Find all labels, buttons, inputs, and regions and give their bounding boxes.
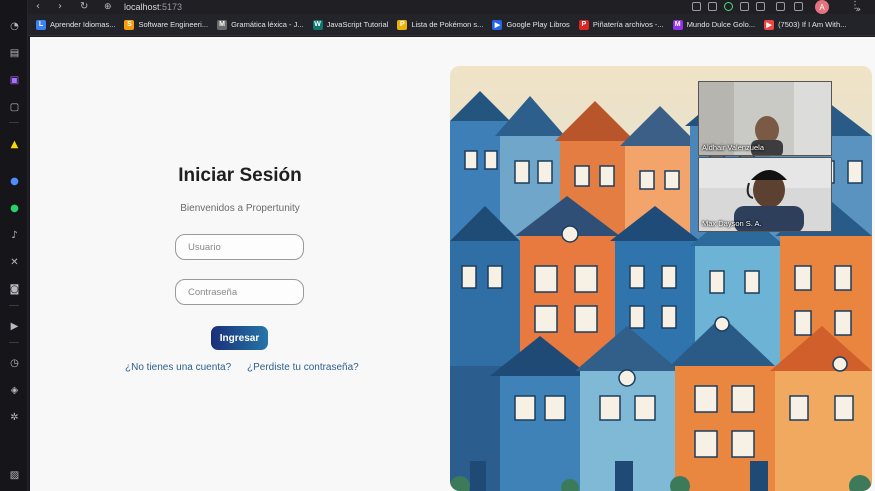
briefcase-icon[interactable]: ▤: [8, 47, 21, 60]
bookmark-label: Piñatería archivos -...: [592, 20, 664, 29]
bookmark-favicon-icon: S: [124, 19, 135, 30]
bookmark-item[interactable]: M Mundo Dulce Golo...: [672, 19, 756, 30]
bookmark-label: (7503) If I Am With...: [778, 20, 847, 29]
play-icon[interactable]: ▶: [8, 320, 21, 333]
settings-icon[interactable]: ✲: [8, 411, 21, 424]
password-field[interactable]: [175, 279, 304, 305]
extension-icon[interactable]: [756, 2, 765, 11]
dock-divider: [9, 342, 19, 343]
bookmark-label: Google Play Libros: [506, 20, 570, 29]
url-host: localhost: [124, 2, 160, 12]
back-icon[interactable]: ‹: [36, 1, 40, 13]
dock-divider: [9, 122, 19, 123]
bookmark-item[interactable]: P Lista de Pokémon s...: [397, 19, 484, 30]
participant-name: Aldhair Valenzuela: [702, 143, 764, 152]
login-button[interactable]: Ingresar: [211, 326, 268, 350]
shield-icon[interactable]: [724, 2, 733, 11]
window-icon[interactable]: [776, 2, 785, 11]
more-bookmarks-icon[interactable]: »: [855, 5, 861, 15]
bookmark-favicon-icon: P: [397, 19, 408, 30]
site-info-icon[interactable]: ⊕: [104, 1, 112, 13]
box-icon[interactable]: [794, 2, 803, 11]
bookmark-label: Gramática léxica - J...: [231, 20, 304, 29]
box-icon[interactable]: ▢: [8, 101, 21, 114]
page-title: Iniciar Sesión: [178, 165, 302, 186]
messenger-icon[interactable]: ●: [8, 175, 21, 188]
twitch-icon[interactable]: ▣: [8, 74, 21, 87]
participant-name: Max Dayson S. A.: [702, 219, 762, 228]
bookmark-label: JavaScript Tutorial: [326, 20, 389, 29]
browser-toolbar: ‹ › ↻ ⊕ localhost:5173 A ⋮: [28, 0, 875, 14]
bookmark-item[interactable]: S Software Engineeri...: [124, 19, 209, 30]
bookmark-label: Aprender Idiomas...: [50, 20, 116, 29]
bookmark-favicon-icon: ▶: [492, 19, 503, 30]
bookmark-item[interactable]: W JavaScript Tutorial: [312, 19, 389, 30]
bookmark-label: Mundo Dulce Golo...: [686, 20, 756, 29]
video-tile[interactable]: Aldhair Valenzuela: [698, 81, 832, 156]
dock-divider: [9, 305, 19, 306]
bookmark-label: Lista de Pokémon s...: [411, 20, 484, 29]
speedometer-icon[interactable]: ◔: [8, 20, 21, 33]
forward-icon[interactable]: ›: [58, 1, 62, 13]
forgot-password-link[interactable]: ¿Perdiste tu contraseña?: [247, 362, 359, 373]
bookmarks-bar: L Aprender Idiomas... S Software Engineeri.…: [28, 14, 875, 36]
bookmark-favicon-icon: M: [672, 19, 683, 30]
whatsapp-icon[interactable]: ●: [8, 202, 21, 215]
bookmark-label: Software Engineeri...: [138, 20, 209, 29]
bookmark-favicon-icon: ▶: [764, 19, 775, 30]
camera-icon[interactable]: [708, 2, 717, 11]
bookmark-item[interactable]: P Piñatería archivos -...: [578, 19, 664, 30]
reload-icon[interactable]: ↻: [80, 1, 88, 13]
profile-avatar[interactable]: A: [815, 0, 829, 14]
video-tile[interactable]: Max Dayson S. A.: [698, 157, 832, 232]
cast-icon[interactable]: [740, 2, 749, 11]
bookmark-favicon-icon: L: [36, 19, 46, 30]
edit-icon[interactable]: [692, 2, 701, 11]
bookmark-favicon-icon: M: [217, 19, 228, 30]
x-icon[interactable]: ✕: [8, 256, 21, 269]
left-dock: ◔ ▤ ▣ ▢ ▲ ● ● ♪ ✕ ◙ ▶ ◷ ◈ ✲ ▨: [0, 0, 28, 491]
discord-icon[interactable]: ◙: [8, 283, 21, 296]
arrow-icon[interactable]: ▲: [8, 138, 21, 151]
username-field[interactable]: [175, 234, 304, 260]
url-port: :5173: [159, 2, 183, 12]
cube-icon[interactable]: ◈: [8, 384, 21, 397]
clock-icon[interactable]: ◷: [8, 357, 21, 370]
tiktok-icon[interactable]: ♪: [8, 229, 21, 242]
page-subtitle: Bienvenidos a Propertunity: [180, 203, 300, 214]
bookmark-item[interactable]: ▶ Google Play Libros: [492, 19, 570, 30]
bookmark-favicon-icon: W: [312, 19, 323, 30]
bookmark-item[interactable]: L Aprender Idiomas...: [36, 19, 116, 30]
address-bar[interactable]: localhost:5173: [124, 1, 182, 13]
bookmark-item[interactable]: M Gramática léxica - J...: [217, 19, 304, 30]
bookmark-favicon-icon: P: [578, 19, 589, 30]
bookmark-item[interactable]: ▶ (7503) If I Am With...: [764, 19, 847, 30]
image-icon[interactable]: ▨: [8, 469, 21, 482]
register-link[interactable]: ¿No tienes una cuenta?: [125, 362, 231, 373]
